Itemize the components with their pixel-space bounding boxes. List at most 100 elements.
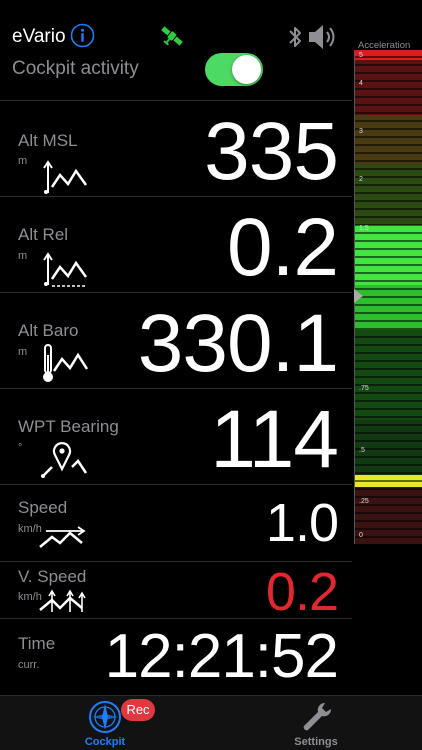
gauge-slat [355, 120, 422, 122]
gauge-slat [355, 80, 422, 82]
gauge-slat [355, 376, 422, 378]
alt-rel-unit: m [18, 250, 28, 262]
gauge-slat [355, 160, 422, 162]
wpt-bearing-row: WPT Bearing ° 114 [0, 388, 352, 484]
gauge-slat [355, 432, 422, 434]
vertical-speed-label: V. Speed [18, 567, 87, 586]
gauge-slat [355, 96, 422, 98]
vertical-speed-value: 0.2 [265, 562, 339, 622]
vertical-speed-row: V. Speed km/h 0.2 [0, 561, 352, 622]
gauge-slat [355, 528, 422, 530]
gauge-tick-label: 1.5 [359, 225, 369, 232]
compass-icon [89, 701, 121, 733]
cockpit-activity-toggle[interactable] [205, 53, 263, 86]
alt-baro-value: 330.1 [137, 298, 339, 389]
gauge-slat [355, 216, 422, 218]
gauge-slat [355, 272, 422, 274]
gauge-slat [355, 56, 422, 58]
alt-baro-row: Alt Baro m 330.1 [0, 292, 352, 388]
speed-value: 1.0 [265, 493, 339, 553]
gauge-slat [355, 88, 422, 90]
gauge-band [355, 285, 422, 330]
tab-settings[interactable]: Settings [246, 696, 386, 750]
alt-baro-unit: m [18, 346, 28, 358]
gauge-slat [355, 464, 422, 466]
gauge-slat [355, 480, 422, 482]
gauge-slat [355, 360, 422, 362]
gauge-slat [355, 488, 422, 490]
gauge-slat [355, 304, 422, 306]
gauge-slat [355, 64, 422, 66]
gauge-slat [355, 208, 422, 210]
app-title: eVario [12, 26, 66, 47]
waypoint-icon [41, 442, 88, 478]
gauge-slat [355, 400, 422, 402]
gauge-slat [355, 152, 422, 154]
gauge-slat [355, 200, 422, 202]
gauge-slat [355, 168, 422, 170]
toggle-knob [232, 55, 261, 84]
gauge-pointer [354, 289, 363, 303]
time-label: Time [18, 634, 56, 653]
alt-baro-label: Alt Baro [18, 321, 79, 340]
speaker-icon[interactable] [307, 22, 339, 52]
gauge-slat [355, 192, 422, 194]
gauge-slat [355, 232, 422, 234]
tab-cockpit[interactable]: Rec Cockpit [35, 696, 175, 750]
gauge-tick-label: 5 [359, 52, 363, 59]
acceleration-bar: 5 4 3 2 1.5 .75 .5 .25 0 [354, 50, 422, 544]
gauge-slat [355, 136, 422, 138]
gauge-slat [355, 472, 422, 474]
gauge-slat [355, 144, 422, 146]
gauge-slat [355, 312, 422, 314]
altitude-relative-icon [43, 252, 88, 287]
time-unit: curr. [18, 659, 40, 671]
tab-settings-label: Settings [294, 736, 338, 748]
alt-msl-label: Alt MSL [18, 131, 78, 150]
gauge-tick-label: .25 [359, 498, 369, 505]
gauge-slat [355, 280, 422, 282]
gauge-slat [355, 344, 422, 346]
speed-label: Speed [18, 498, 68, 517]
time-row: Time curr. 12:21:52 [0, 618, 352, 695]
gauge-slat [355, 440, 422, 442]
gauge-slat [355, 248, 422, 250]
gauge-tick-label: 3 [359, 128, 363, 135]
gauge-slat [355, 288, 422, 290]
gauge-slat [355, 424, 422, 426]
alt-msl-row: Alt MSL m 335 [0, 100, 352, 196]
altitude-msl-icon [43, 160, 88, 194]
cockpit-activity-label: Cockpit activity [12, 58, 139, 79]
alt-rel-row: Alt Rel m 0.2 [0, 196, 352, 292]
bluetooth-icon [289, 27, 301, 47]
gauge-band [355, 225, 422, 285]
gauge-slat [355, 352, 422, 354]
alt-rel-value: 0.2 [227, 202, 339, 293]
gauge-tick-label: 2 [359, 176, 363, 183]
wpt-bearing-value: 114 [210, 394, 339, 485]
speed-row: Speed km/h 1.0 [0, 484, 352, 561]
gauge-slat [355, 456, 422, 458]
thermometer-altitude-icon [43, 344, 88, 382]
gauge-slat [355, 392, 422, 394]
gauge-slat [355, 416, 422, 418]
wpt-bearing-label: WPT Bearing [18, 417, 119, 436]
gauge-slat [355, 328, 422, 330]
tab-cockpit-label: Cockpit [84, 736, 126, 748]
gauge-slat [355, 104, 422, 106]
gauge-slat [355, 112, 422, 114]
gauge-slat [355, 408, 422, 410]
gauge-tick-label: 0 [359, 532, 363, 539]
tab-bar: Rec Cockpit Settings [0, 695, 422, 750]
recording-badge: Rec [121, 699, 155, 721]
wrench-icon [303, 702, 332, 731]
gauge-slat [355, 336, 422, 338]
info-icon[interactable] [70, 23, 95, 48]
alt-msl-unit: m [18, 155, 28, 167]
vertical-speed-icon [39, 589, 86, 612]
gauge-band [355, 115, 422, 165]
gauge-slat [355, 184, 422, 186]
alt-rel-label: Alt Rel [18, 225, 69, 244]
gauge-band [355, 50, 422, 60]
acceleration-gauge: Acceleration 5 4 3 2 1.5.75.5.25 0 [354, 38, 422, 544]
